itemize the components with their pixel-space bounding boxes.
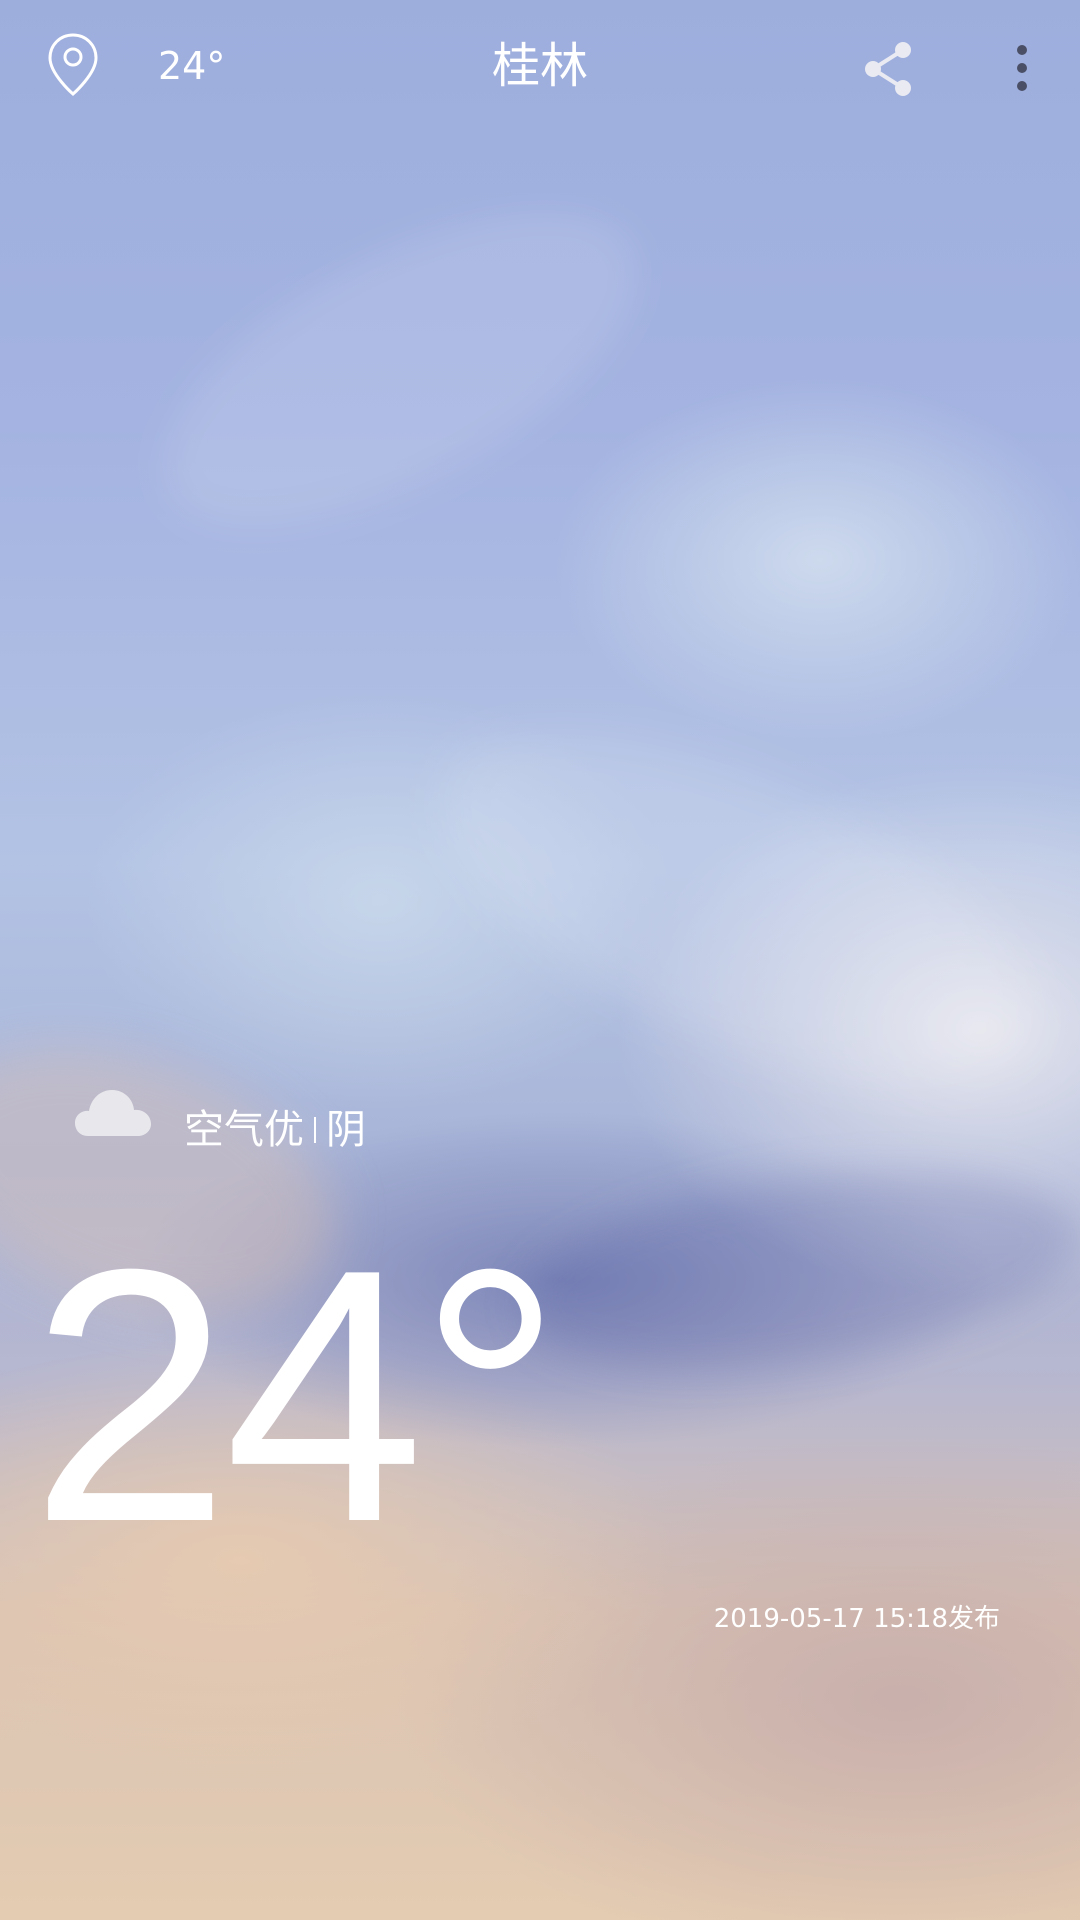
city-title[interactable]: 桂林 <box>340 38 740 94</box>
background-cloud-swirl <box>118 150 682 590</box>
current-temperature-large: 24° <box>30 1195 562 1597</box>
more-vertical-icon-graphic <box>1017 45 1027 91</box>
weather-condition-label: 阴 <box>326 1107 366 1153</box>
more-vertical-icon[interactable] <box>1002 38 1042 98</box>
location-pin-icon-graphic <box>48 33 98 96</box>
publish-time: 2019-05-17 15:18发布 <box>713 1604 1000 1634</box>
current-temperature-small: 24° <box>158 44 226 88</box>
cloud-icon-graphic <box>75 1090 151 1136</box>
share-icon-graphic <box>865 42 911 96</box>
background-cloud-swirl <box>510 1141 1080 1399</box>
weather-screen: 24° 桂林 空气优 阴 24° 2019-05-17 15:18发布 <box>0 0 1080 1920</box>
air-quality-condition-line: 空气优 阴 <box>184 1104 366 1156</box>
background-cloud-swirl <box>394 661 1080 1159</box>
share-icon[interactable] <box>858 38 918 100</box>
location-pin-icon[interactable] <box>40 30 106 100</box>
separator <box>314 1117 316 1143</box>
air-quality-label: 空气优 <box>184 1107 304 1153</box>
cloud-icon <box>74 1082 152 1138</box>
top-bar: 24° 桂林 <box>0 0 1080 140</box>
